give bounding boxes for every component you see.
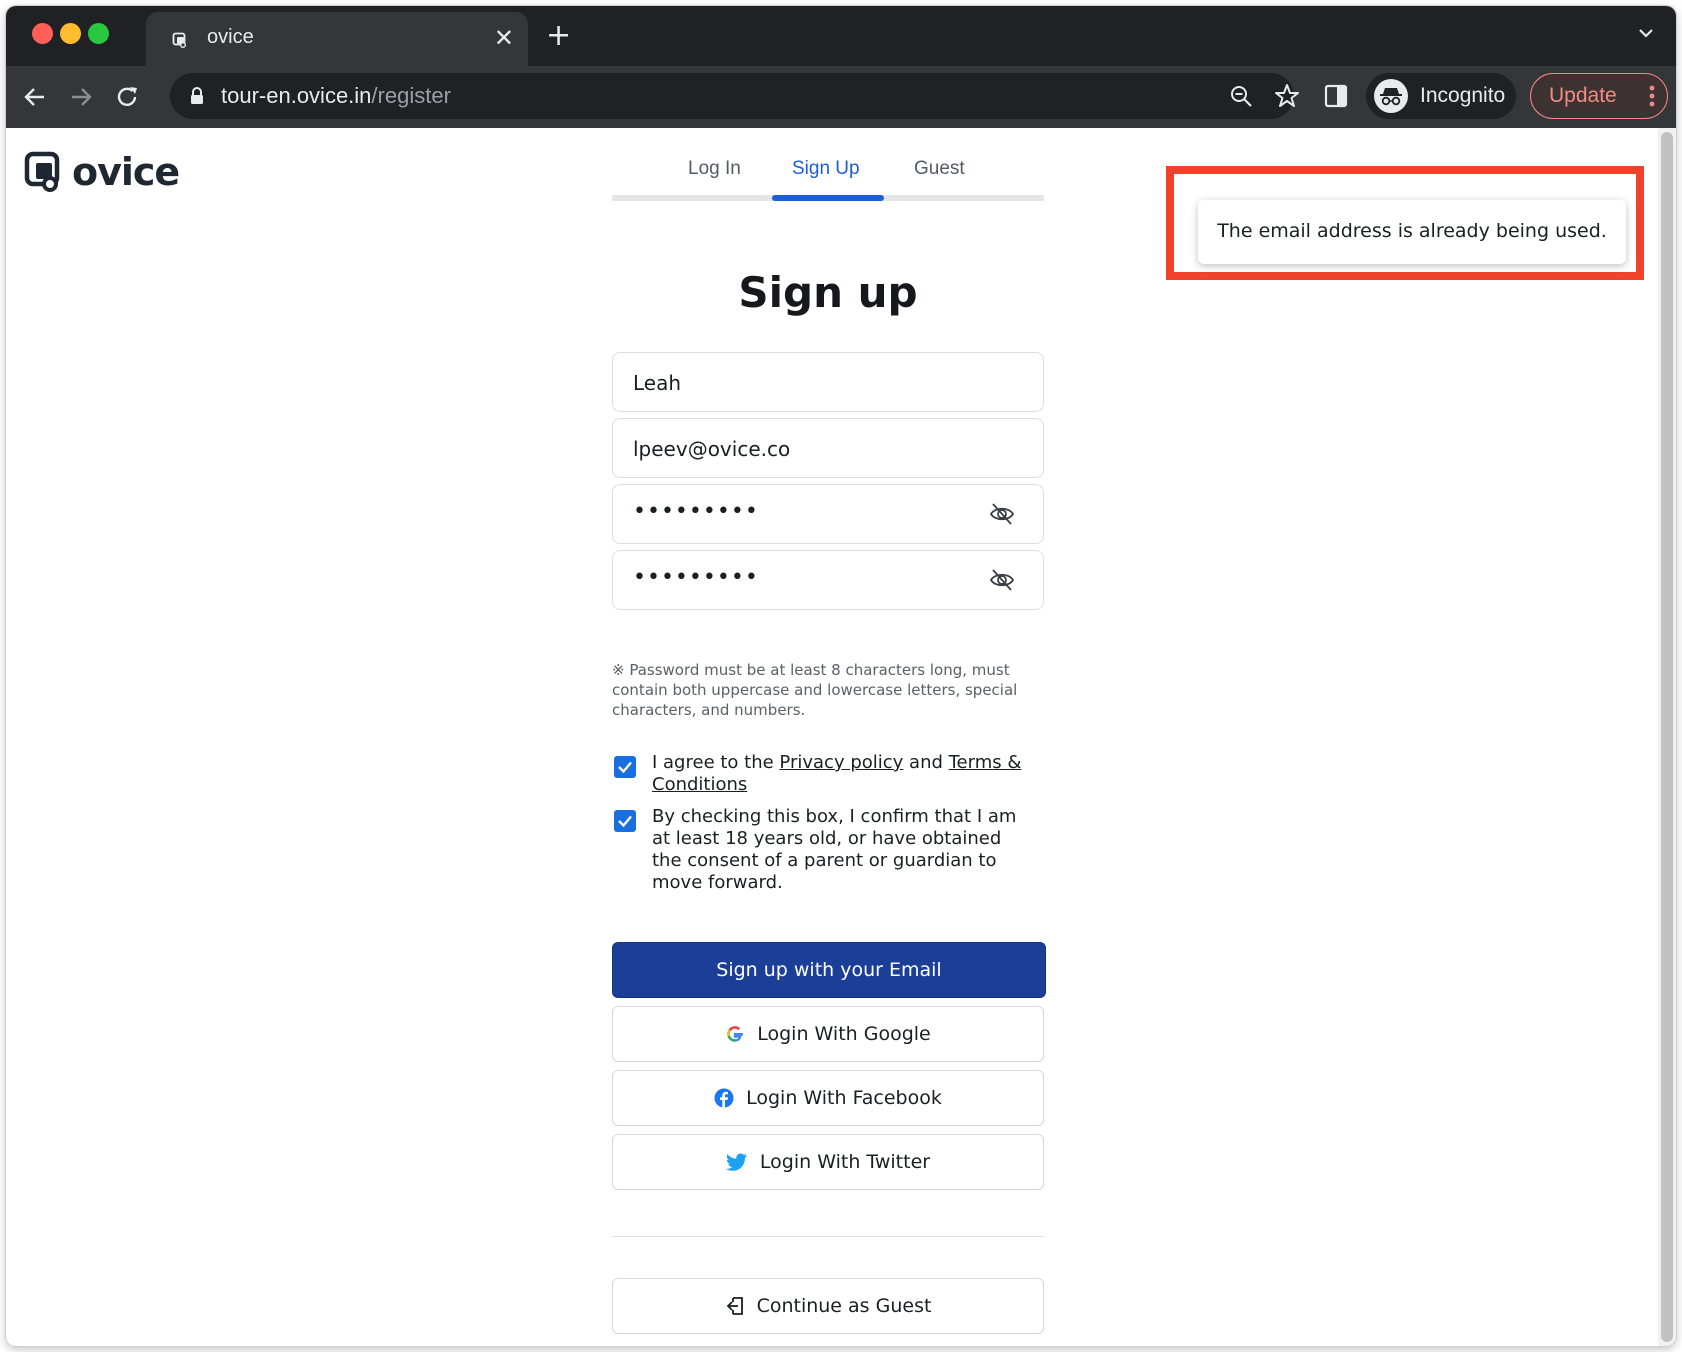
toast-message: The email address is already being used. <box>1217 220 1607 242</box>
maximize-window-button[interactable] <box>88 23 109 44</box>
continue-guest-label: Continue as Guest <box>756 1295 932 1317</box>
url-path: /register <box>371 83 451 108</box>
age-confirm-label: By checking this box, I confirm that I a… <box>652 806 1017 893</box>
close-window-button[interactable] <box>32 23 53 44</box>
login-twitter-button[interactable]: Login With Twitter <box>612 1134 1044 1190</box>
login-google-label: Login With Google <box>757 1023 931 1045</box>
login-enter-icon <box>726 1297 743 1315</box>
ovice-favicon-icon <box>172 32 186 48</box>
url-text: tour-en.ovice.in/register <box>221 83 451 109</box>
eye-off-icon[interactable] <box>989 501 1015 527</box>
password-value: ••••••••• <box>633 499 759 524</box>
lock-icon <box>191 87 203 104</box>
google-icon <box>727 1026 744 1042</box>
ovice-logo[interactable]: ovice <box>24 150 180 194</box>
login-google-button[interactable]: Login With Google <box>612 1006 1044 1062</box>
name-value: Leah <box>633 371 682 395</box>
incognito-icon <box>1380 88 1402 106</box>
privacy-policy-link[interactable]: Privacy policy <box>779 752 903 773</box>
auth-tabs: Log In Sign Up Guest <box>612 146 1044 201</box>
login-twitter-label: Login With Twitter <box>759 1151 931 1173</box>
tab-sign-up[interactable]: Sign Up <box>792 158 860 180</box>
browser-toolbar: tour-en.ovice.in/register Incognito Upda… <box>6 66 1676 128</box>
address-bar[interactable]: tour-en.ovice.in/register <box>170 73 1299 119</box>
agree-and: and <box>903 752 949 773</box>
incognito-indicator[interactable]: Incognito <box>1366 73 1516 119</box>
eye-off-icon[interactable] <box>989 567 1015 593</box>
back-arrow-icon[interactable] <box>20 82 50 112</box>
tab-title: ovice <box>207 26 254 48</box>
url-host: tour-en.ovice.in <box>221 83 372 108</box>
age-confirm-checkbox[interactable] <box>614 810 636 832</box>
page-scrollbar[interactable] <box>1658 128 1676 1346</box>
update-button[interactable]: Update <box>1530 73 1668 119</box>
password-field[interactable]: ••••••••• <box>612 484 1044 544</box>
confirm-password-value: ••••••••• <box>633 565 759 590</box>
forward-arrow-icon[interactable] <box>66 82 96 112</box>
more-vert-icon[interactable] <box>1649 84 1655 108</box>
email-value: lpeev@ovice.co <box>633 437 791 461</box>
chevron-down-icon[interactable] <box>1638 28 1654 38</box>
tab-log-in[interactable]: Log In <box>688 158 741 180</box>
facebook-icon <box>714 1088 734 1108</box>
twitter-icon <box>725 1153 747 1171</box>
page-title: Sign up <box>738 268 918 317</box>
tab-strip: ovice ✕ + <box>6 6 1676 66</box>
checkmark-icon <box>618 815 632 828</box>
agree-prefix: I agree to the <box>652 752 780 773</box>
update-label: Update <box>1549 84 1617 107</box>
active-tab-indicator <box>772 195 884 201</box>
side-panel-icon[interactable] <box>1324 84 1348 108</box>
signup-email-button[interactable]: Sign up with your Email <box>612 942 1046 998</box>
browser-tab[interactable]: ovice ✕ <box>146 12 528 66</box>
reload-icon[interactable] <box>112 82 142 112</box>
tab-guest[interactable]: Guest <box>914 158 965 180</box>
agree-terms-checkbox[interactable] <box>614 756 636 778</box>
login-facebook-label: Login With Facebook <box>746 1087 942 1109</box>
section-divider <box>612 1236 1044 1237</box>
zoom-icon[interactable] <box>1228 83 1254 109</box>
incognito-avatar <box>1374 79 1408 113</box>
confirm-password-field[interactable]: ••••••••• <box>612 550 1044 610</box>
continue-guest-button[interactable]: Continue as Guest <box>612 1278 1044 1334</box>
error-toast: The email address is already being used. <box>1198 200 1626 264</box>
scrollbar-thumb[interactable] <box>1661 132 1673 1342</box>
incognito-label: Incognito <box>1420 84 1506 107</box>
agree-terms-label: I agree to the Privacy policy and Terms … <box>652 752 1032 796</box>
ovice-logo-icon <box>24 151 60 192</box>
close-tab-icon[interactable]: ✕ <box>494 26 514 50</box>
logo-text: ovice <box>72 150 180 194</box>
password-hint: ※ Password must be at least 8 characters… <box>612 661 1018 719</box>
new-tab-icon[interactable]: + <box>546 21 571 51</box>
name-field[interactable]: Leah <box>612 352 1044 412</box>
checkmark-icon <box>618 761 632 774</box>
bookmark-star-icon[interactable] <box>1274 83 1300 109</box>
email-field[interactable]: lpeev@ovice.co <box>612 418 1044 478</box>
login-facebook-button[interactable]: Login With Facebook <box>612 1070 1044 1126</box>
signup-email-label: Sign up with your Email <box>716 959 942 981</box>
page-content: ovice Log In Sign Up Guest Sign up Leah … <box>6 128 1658 1346</box>
minimize-window-button[interactable] <box>60 23 81 44</box>
